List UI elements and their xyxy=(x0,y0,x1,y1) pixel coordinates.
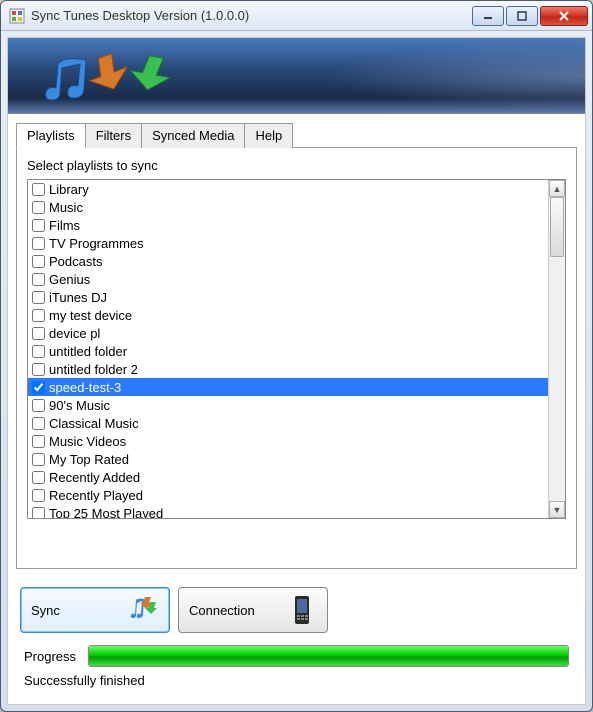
tab-help[interactable]: Help xyxy=(244,123,293,148)
tab-filters[interactable]: Filters xyxy=(85,123,142,148)
playlist-name: my test device xyxy=(49,308,132,323)
playlist-name: Genius xyxy=(49,272,90,287)
sync-button-label: Sync xyxy=(31,603,60,618)
playlist-checkbox[interactable] xyxy=(32,489,45,502)
status-text: Successfully finished xyxy=(24,673,569,688)
playlist-row[interactable]: Music xyxy=(28,198,548,216)
connection-button[interactable]: Connection xyxy=(178,587,328,633)
playlist-row[interactable]: speed-test-3 xyxy=(28,378,548,396)
progress-label: Progress xyxy=(24,649,76,664)
playlist-name: Podcasts xyxy=(49,254,102,269)
playlist-name: Classical Music xyxy=(49,416,139,431)
playlist-name: Library xyxy=(49,182,89,197)
playlist-row[interactable]: My Top Rated xyxy=(28,450,548,468)
playlist-checkbox[interactable] xyxy=(32,507,45,519)
progress-fill xyxy=(89,646,568,666)
app-icon xyxy=(9,8,25,24)
playlist-checkbox[interactable] xyxy=(32,309,45,322)
playlist-name: untitled folder 2 xyxy=(49,362,138,377)
playlist-row[interactable]: untitled folder 2 xyxy=(28,360,548,378)
playlist-name: TV Programmes xyxy=(49,236,144,251)
playlist-row[interactable]: Recently Played xyxy=(28,486,548,504)
playlist-row[interactable]: Top 25 Most Played xyxy=(28,504,548,518)
playlist-listbox[interactable]: Library Music Films TV Programmes Podcasts Ge… xyxy=(27,179,566,519)
playlist-checkbox[interactable] xyxy=(32,201,45,214)
scroll-thumb[interactable] xyxy=(550,197,564,257)
window-title: Sync Tunes Desktop Version (1.0.0.0) xyxy=(31,8,472,23)
close-button[interactable] xyxy=(540,6,588,26)
app-window: Sync Tunes Desktop Version (1.0.0.0) xyxy=(0,0,593,712)
playlist-name: Films xyxy=(49,218,80,233)
scrollbar[interactable]: ▲ ▼ xyxy=(548,180,565,518)
playlist-row[interactable]: device pl xyxy=(28,324,548,342)
playlist-row[interactable]: Films xyxy=(28,216,548,234)
sync-button[interactable]: Sync xyxy=(20,587,170,633)
playlist-row[interactable]: Library xyxy=(28,180,548,198)
scroll-up-button[interactable]: ▲ xyxy=(549,180,565,197)
playlist-checkbox[interactable] xyxy=(32,291,45,304)
playlist-row[interactable]: Classical Music xyxy=(28,414,548,432)
playlist-row[interactable]: 90's Music xyxy=(28,396,548,414)
playlist-name: Top 25 Most Played xyxy=(49,506,163,519)
scroll-track[interactable] xyxy=(549,197,565,501)
playlist-checkbox[interactable] xyxy=(32,417,45,430)
playlist-row[interactable]: my test device xyxy=(28,306,548,324)
instruction-label: Select playlists to sync xyxy=(27,158,566,173)
banner xyxy=(8,38,585,114)
tab-synced-media[interactable]: Synced Media xyxy=(141,123,245,148)
playlist-name: iTunes DJ xyxy=(49,290,107,305)
titlebar[interactable]: Sync Tunes Desktop Version (1.0.0.0) xyxy=(1,1,592,31)
playlist-row[interactable]: Genius xyxy=(28,270,548,288)
playlist-checkbox[interactable] xyxy=(32,237,45,250)
playlist-name: Recently Played xyxy=(49,488,143,503)
client-area: PlaylistsFiltersSynced MediaHelp Select … xyxy=(7,37,586,705)
connection-button-label: Connection xyxy=(189,603,255,618)
playlist-row[interactable]: Podcasts xyxy=(28,252,548,270)
playlist-rows: Library Music Films TV Programmes Podcasts Ge… xyxy=(28,180,548,518)
button-row: Sync Connection xyxy=(8,577,585,639)
logo-icon xyxy=(26,46,186,110)
tab-panel-playlists: Select playlists to sync Library Music Fil… xyxy=(16,147,577,569)
window-controls xyxy=(472,6,588,26)
scroll-down-button[interactable]: ▼ xyxy=(549,501,565,518)
playlist-checkbox[interactable] xyxy=(32,327,45,340)
playlist-row[interactable]: untitled folder xyxy=(28,342,548,360)
playlist-row[interactable]: Recently Added xyxy=(28,468,548,486)
playlist-name: 90's Music xyxy=(49,398,110,413)
progress-area: Progress Successfully finished xyxy=(8,639,585,704)
playlist-name: speed-test-3 xyxy=(49,380,121,395)
playlist-checkbox[interactable] xyxy=(32,363,45,376)
playlist-row[interactable]: iTunes DJ xyxy=(28,288,548,306)
playlist-name: untitled folder xyxy=(49,344,127,359)
playlist-row[interactable]: Music Videos xyxy=(28,432,548,450)
playlist-checkbox[interactable] xyxy=(32,219,45,232)
playlist-name: device pl xyxy=(49,326,100,341)
phone-icon xyxy=(287,595,317,625)
playlist-name: Music xyxy=(49,200,83,215)
maximize-button[interactable] xyxy=(506,6,538,26)
progress-bar xyxy=(88,645,569,667)
minimize-button[interactable] xyxy=(472,6,504,26)
playlist-checkbox[interactable] xyxy=(32,255,45,268)
playlist-checkbox[interactable] xyxy=(32,381,45,394)
playlist-checkbox[interactable] xyxy=(32,453,45,466)
playlist-checkbox[interactable] xyxy=(32,435,45,448)
playlist-checkbox[interactable] xyxy=(32,345,45,358)
playlist-name: Recently Added xyxy=(49,470,140,485)
tabstrip: PlaylistsFiltersSynced MediaHelp xyxy=(16,122,577,147)
playlist-checkbox[interactable] xyxy=(32,471,45,484)
tab-playlists[interactable]: Playlists xyxy=(16,123,86,148)
playlist-checkbox[interactable] xyxy=(32,183,45,196)
playlist-name: Music Videos xyxy=(49,434,126,449)
playlist-checkbox[interactable] xyxy=(32,273,45,286)
playlist-row[interactable]: TV Programmes xyxy=(28,234,548,252)
playlist-checkbox[interactable] xyxy=(32,399,45,412)
sync-icon xyxy=(129,595,159,625)
playlist-name: My Top Rated xyxy=(49,452,129,467)
